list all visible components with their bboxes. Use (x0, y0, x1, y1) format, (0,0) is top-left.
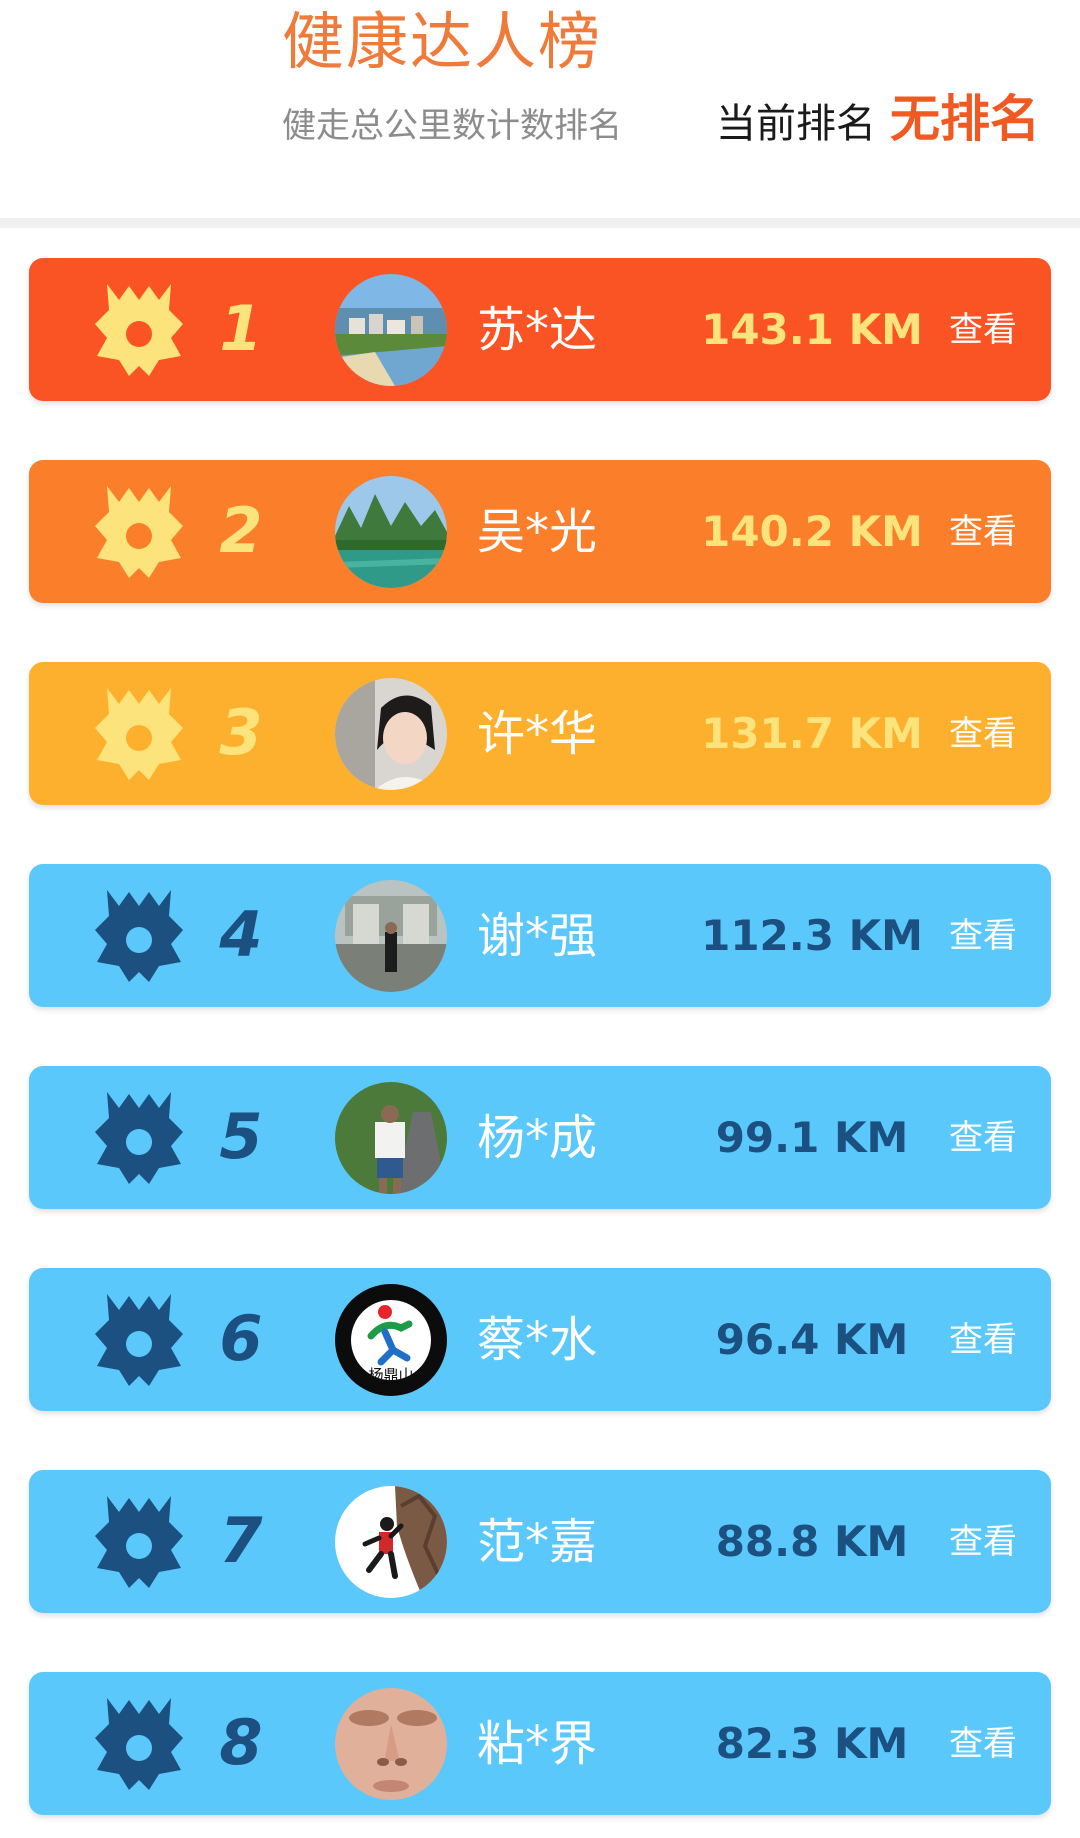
avatar[interactable] (335, 678, 447, 790)
rank-number: 7 (219, 1504, 263, 1577)
leaderboard-row[interactable]: 4 谢*强 112.3 KM 查看 (29, 864, 1051, 1007)
view-button[interactable]: 查看 (935, 1110, 1031, 1166)
rank-number: 3 (219, 696, 263, 769)
avatar[interactable] (335, 274, 447, 386)
distance-value: 88.8 KM (715, 1517, 909, 1566)
avatar[interactable] (335, 476, 447, 588)
avatar[interactable] (335, 1688, 447, 1800)
leaderboard-row[interactable]: 7 范*嘉 88.8 KM 查看 (29, 1470, 1051, 1613)
avatar[interactable]: 杨鼎山 (335, 1284, 447, 1396)
current-rank-label: 当前排名 (716, 101, 876, 147)
user-name: 吴*光 (477, 504, 598, 560)
user-name: 范*嘉 (477, 1514, 598, 1570)
avatar-logo-text: 杨鼎山 (368, 1366, 413, 1384)
leaderboard-row[interactable]: 6 杨鼎山 蔡*水 96.4 KM 查看 (29, 1268, 1051, 1411)
distance-value: 131.7 KM (701, 709, 923, 758)
view-button[interactable]: 查看 (935, 1312, 1031, 1368)
distance-value: 112.3 KM (701, 911, 923, 960)
rank-number: 2 (219, 494, 263, 567)
page-header: 健康达人榜 健走总公里数计数排名 当前排名 无排名 (0, 0, 1080, 218)
gold-medal-icon (95, 688, 183, 780)
gold-medal-icon (95, 486, 183, 578)
leaderboard-row[interactable]: 3 许*华 131.7 KM 查看 (29, 662, 1051, 805)
avatar[interactable] (335, 1486, 447, 1598)
user-name: 粘*界 (477, 1716, 598, 1772)
header-divider (0, 218, 1080, 228)
view-button[interactable]: 查看 (935, 1716, 1031, 1772)
current-rank-value: 无排名 (890, 90, 1040, 148)
rank-number: 5 (219, 1100, 263, 1173)
rank-number: 6 (219, 1302, 263, 1375)
navy-medal-icon (95, 890, 183, 982)
leaderboard-row[interactable]: 2 吴*光 140.2 KM 查看 (29, 460, 1051, 603)
distance-value: 99.1 KM (715, 1113, 909, 1162)
rank-number: 4 (219, 898, 263, 971)
view-button[interactable]: 查看 (935, 706, 1031, 762)
view-button[interactable]: 查看 (935, 504, 1031, 560)
user-name: 谢*强 (477, 908, 598, 964)
view-button[interactable]: 查看 (935, 1514, 1031, 1570)
leaderboard-row[interactable]: 5 杨*成 99.1 KM 查看 (29, 1066, 1051, 1209)
rank-number: 1 (219, 292, 263, 365)
user-name: 杨*成 (477, 1110, 598, 1166)
navy-medal-icon (95, 1294, 183, 1386)
user-name: 许*华 (477, 706, 598, 762)
avatar[interactable] (335, 1082, 447, 1194)
navy-medal-icon (95, 1092, 183, 1184)
distance-value: 140.2 KM (701, 507, 923, 556)
gold-medal-icon (95, 284, 183, 376)
leaderboard-row[interactable]: 1 苏*达 143.1 KM 查看 (29, 258, 1051, 401)
page-subtitle: 健走总公里数计数排名 (282, 106, 622, 146)
avatar[interactable] (335, 880, 447, 992)
view-button[interactable]: 查看 (935, 908, 1031, 964)
page-title: 健康达人榜 (282, 5, 603, 78)
distance-value: 143.1 KM (701, 305, 923, 354)
distance-value: 82.3 KM (715, 1719, 909, 1768)
view-button[interactable]: 查看 (935, 302, 1031, 358)
rank-number: 8 (219, 1706, 263, 1779)
navy-medal-icon (95, 1496, 183, 1588)
user-name: 蔡*水 (477, 1312, 598, 1368)
distance-value: 96.4 KM (715, 1315, 909, 1364)
user-name: 苏*达 (477, 302, 598, 358)
navy-medal-icon (95, 1698, 183, 1790)
leaderboard-row[interactable]: 8 粘*界 82.3 KM 查看 (29, 1672, 1051, 1815)
